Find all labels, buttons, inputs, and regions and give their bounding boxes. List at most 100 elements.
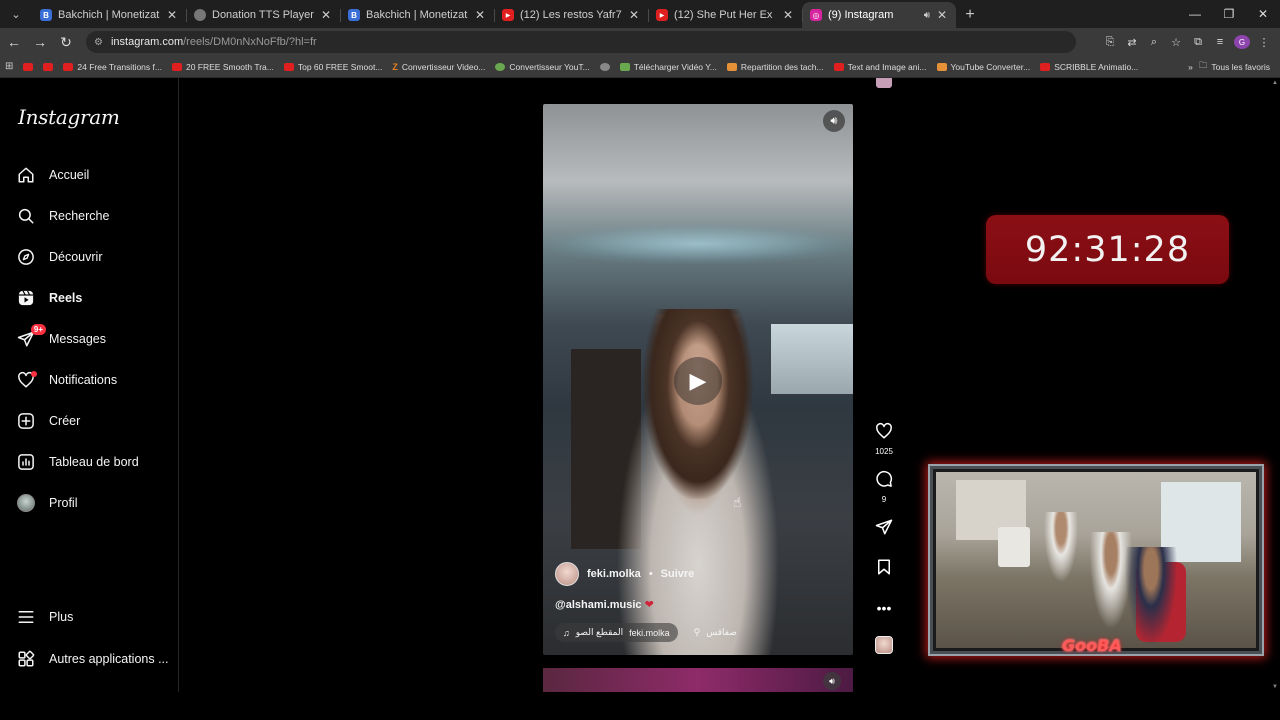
instagram-logo[interactable]: Instagram [18, 105, 120, 129]
browser-tab[interactable]: ▶ (12) She Put Her Ex on a Lie De ✕ [648, 2, 802, 28]
browser-tab[interactable]: B Bakchich | Monetization for afri ✕ [340, 2, 494, 28]
url-input[interactable]: ⚙︎ instagram.com/reels/DM0nNxNoFfb/?hl=f… [86, 31, 1076, 53]
bookmark-item[interactable]: 20 FREE Smooth Tra... [167, 62, 279, 72]
more-options-button[interactable]: ••• [868, 598, 900, 618]
countdown-timer: 92:31:28 [986, 215, 1229, 284]
sidebar-item-dashboard[interactable]: Tableau de bord [16, 447, 139, 477]
tab-close-icon[interactable]: ✕ [936, 8, 948, 22]
restore-icon[interactable]: ❐ [1212, 0, 1246, 28]
sidebar-item-reels[interactable]: Reels [16, 283, 82, 313]
install-app-icon[interactable]: ⎘ [1102, 36, 1118, 49]
tab-title: (12) She Put Her Ex on a Lie De [674, 9, 776, 21]
sidebar-item-notifications[interactable]: Notifications [16, 365, 117, 395]
follow-button[interactable]: Suivre [661, 568, 695, 580]
site-info-icon[interactable]: ⚙︎ [94, 37, 103, 48]
webcam-scene [998, 527, 1030, 567]
next-reel-preview[interactable]: 🔊︎ [543, 668, 853, 692]
bookmark-label: 20 FREE Smooth Tra... [185, 61, 274, 72]
browser-menu-icon[interactable]: ⋮ [1256, 36, 1272, 49]
tab-close-icon[interactable]: ✕ [474, 8, 486, 22]
sidebar-item-create[interactable]: Créer [16, 406, 80, 436]
comment-button[interactable]: 9 [868, 470, 900, 504]
bookmarks-overflow-icon[interactable]: » [1182, 62, 1199, 72]
bookmark-item[interactable]: Top 60 FREE Smoot... [279, 62, 388, 72]
play-icon[interactable]: ▶ [674, 357, 722, 405]
sidebar-item-search[interactable]: Recherche [16, 201, 109, 231]
bookmark-label: YouTube Converter... [950, 61, 1031, 72]
extensions-icon[interactable]: ⧉ [1190, 36, 1206, 49]
bookmark-item[interactable]: YouTube Converter... [932, 62, 1036, 72]
bookmark-item[interactable] [18, 62, 38, 71]
previous-reel-thumb[interactable] [876, 78, 892, 88]
profile-avatar-icon[interactable]: G [1234, 35, 1250, 49]
sidebar-item-label: Tableau de bord [49, 455, 139, 469]
instagram-favicon-icon: ◎ [810, 9, 822, 21]
tab-audio-icon[interactable]: 🔊︎ [924, 10, 930, 21]
zoom-icon[interactable]: ⌕ [1146, 36, 1162, 49]
close-window-icon[interactable]: ✕ [1246, 0, 1280, 28]
bookmark-item[interactable]: Text and Image ani... [829, 62, 932, 72]
bookmark-item[interactable]: Z Convertisseur Video... [387, 62, 490, 72]
reload-icon[interactable]: ↻ [54, 30, 78, 54]
share-button[interactable] [868, 518, 900, 540]
bookmark-item[interactable]: Repartition des tach... [722, 62, 829, 72]
location-pin-icon: ⚲ [693, 627, 701, 637]
volume-icon[interactable]: 🔊︎ [823, 110, 845, 132]
new-tab-button[interactable]: + [956, 2, 984, 28]
reel-actions: 1025 9 ••• [868, 422, 900, 654]
media-controls-icon[interactable]: ≡ [1212, 36, 1228, 48]
tab-close-icon[interactable]: ✕ [320, 8, 332, 22]
author-avatar[interactable] [555, 562, 579, 586]
location-pill[interactable]: ⚲ صفاقس [686, 623, 745, 642]
browser-tab[interactable]: ▶ (12) Les restos Yafr7ou bina wa ✕ [494, 2, 648, 28]
browser-tab-active[interactable]: ◎ (9) Instagram 🔊︎ ✕ [802, 2, 956, 28]
caption-mention[interactable]: @alshami.music [555, 599, 642, 611]
sidebar-item-profile[interactable]: Profil [16, 488, 77, 518]
sidebar-item-more[interactable]: Plus [16, 602, 73, 632]
bookmark-star-icon[interactable]: ☆ [1168, 36, 1184, 49]
bookmark-item[interactable]: 24 Free Transitions f... [58, 62, 167, 72]
page-scrollbar[interactable]: ▲ ▼ [1272, 80, 1278, 690]
bookmark-item[interactable] [38, 62, 58, 71]
save-button[interactable] [868, 558, 900, 580]
volume-icon[interactable]: 🔊︎ [823, 672, 841, 690]
doc-icon [726, 62, 737, 71]
sidebar-item-other-apps[interactable]: Autres applications ... [16, 644, 169, 674]
all-bookmarks-folder[interactable]: 🗀︎ Tous les favoris [1199, 60, 1280, 74]
author-row: feki.molka • Suivre [555, 562, 845, 586]
bookmark-item[interactable]: Convertisseur YouT... [490, 62, 594, 72]
tab-title: Bakchich | Monetization for afri [366, 9, 468, 21]
scroll-down-icon[interactable]: ▼ [1272, 684, 1278, 690]
tab-close-icon[interactable]: ✕ [166, 8, 178, 22]
forward-icon[interactable]: → [28, 30, 52, 54]
url-host: instagram.com [110, 36, 184, 48]
tab-close-icon[interactable]: ✕ [628, 8, 640, 22]
tab-title: Donation TTS Player [212, 9, 314, 21]
tab-search-chevron-icon[interactable]: ⌄ [4, 2, 28, 26]
sidebar-item-label: Reels [49, 291, 83, 305]
sidebar-item-explore[interactable]: Découvrir [16, 242, 103, 272]
plus-square-icon [16, 411, 36, 431]
author-username[interactable]: feki.molka [587, 568, 641, 580]
tab-close-icon[interactable]: ✕ [782, 8, 794, 22]
bookmark-item[interactable] [595, 62, 615, 71]
scroll-up-icon[interactable]: ▲ [1272, 80, 1278, 86]
globe-icon [495, 62, 506, 71]
red-heart-emoji-icon: ❤︎ [644, 599, 654, 611]
youtube-favicon-icon: ▶ [656, 9, 668, 21]
audio-thumbnail-button[interactable] [868, 636, 900, 654]
reel-video[interactable]: 🔊︎ ▶ feki.molka • Suivre @alshami.music … [543, 104, 853, 655]
download-icon [619, 62, 630, 71]
translate-icon[interactable]: ⇄ [1124, 36, 1140, 49]
bookmark-item[interactable]: SCRIBBLE Animatio... [1035, 62, 1143, 72]
bookmark-item[interactable]: Télécharger Vidéo Y... [615, 62, 722, 72]
browser-tab[interactable]: B Bakchich | Monetization for afri ✕ [32, 2, 186, 28]
back-icon[interactable]: ← [2, 30, 26, 54]
apps-grid-icon[interactable]: ⊞ [0, 61, 18, 72]
minimize-icon[interactable]: — [1178, 0, 1212, 28]
sidebar-item-messages[interactable]: 9+ Messages [16, 324, 106, 354]
sidebar-item-home[interactable]: Accueil [16, 160, 89, 190]
browser-tab[interactable]: Donation TTS Player ✕ [186, 2, 340, 28]
audio-pill[interactable]: ♫ المقطع الصو feki.molka [555, 623, 678, 642]
like-button[interactable]: 1025 [868, 422, 900, 456]
